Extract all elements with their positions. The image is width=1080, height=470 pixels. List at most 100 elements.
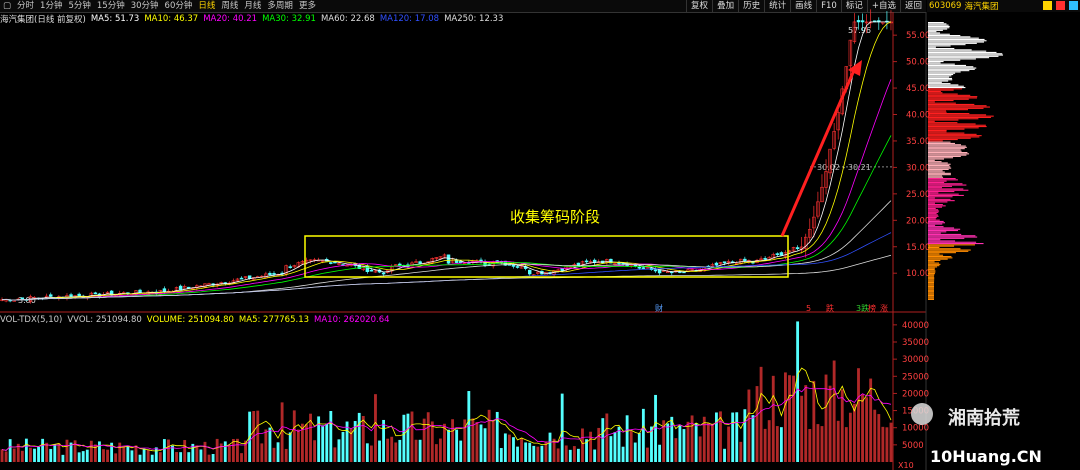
vol-tick-label-0: 40000 xyxy=(902,321,929,331)
chip-bar xyxy=(928,207,936,209)
chip-bar xyxy=(928,133,977,135)
volume-bar xyxy=(771,375,775,462)
volume-bar xyxy=(369,445,373,462)
event-marker-0: 财 xyxy=(655,303,663,313)
kline-chart[interactable]: 55.00 50.00 45.00 40.00 35.00 30.00 25.00 20.00… xyxy=(0,0,1080,470)
chip-bar xyxy=(928,187,943,189)
volume-bar xyxy=(24,438,28,462)
volume-bar xyxy=(836,420,840,462)
chip-bar xyxy=(928,289,935,291)
chip-bar xyxy=(928,51,997,53)
chip-bar xyxy=(928,72,956,74)
volume-bar xyxy=(12,448,16,462)
chip-bar xyxy=(928,282,935,284)
volume-bar xyxy=(678,425,682,462)
vol-tick-label-3: 25000 xyxy=(902,372,929,382)
chip-bar xyxy=(928,231,947,233)
volume-bar xyxy=(162,439,166,462)
candle-body xyxy=(454,259,459,263)
chip-bar xyxy=(928,218,936,220)
volume-bar xyxy=(447,429,450,462)
volume-bar xyxy=(491,420,495,462)
chip-bar xyxy=(928,149,961,151)
price-tick-label-3: 40.00 xyxy=(906,111,930,121)
volume-bar xyxy=(89,440,93,462)
volume-bar xyxy=(138,454,142,462)
volume-bar xyxy=(57,443,61,462)
volume-bar xyxy=(268,427,272,462)
chip-bar xyxy=(928,126,987,128)
chip-bar xyxy=(928,61,944,63)
chip-bar xyxy=(928,272,935,274)
volume-bar xyxy=(276,442,280,462)
chip-bar xyxy=(928,180,947,182)
chip-bar xyxy=(928,53,1003,55)
chip-bar xyxy=(928,54,1004,56)
volume-bar xyxy=(775,426,779,462)
volume-bar xyxy=(877,414,881,462)
chip-bar xyxy=(928,284,935,286)
volume-bar xyxy=(65,439,69,462)
volume-bar xyxy=(167,439,170,462)
price-tick-label-0: 55.00 xyxy=(906,31,930,41)
volume-bar xyxy=(763,428,767,462)
volume-bar xyxy=(179,452,183,462)
volume-bar xyxy=(881,426,885,462)
volume-bar xyxy=(581,428,584,462)
chip-bar xyxy=(928,80,949,82)
chip-bar xyxy=(928,141,951,143)
volume-bar xyxy=(118,442,122,462)
chip-bar xyxy=(928,111,947,113)
chip-bar xyxy=(928,162,948,164)
volume-bar xyxy=(430,421,434,462)
volume-bar xyxy=(410,411,414,462)
trend-arrow-shaft xyxy=(780,67,857,237)
volume-bar xyxy=(296,429,300,462)
volume-bar xyxy=(390,436,394,462)
volume-bar xyxy=(443,423,446,462)
vol-tick-label-4: 20000 xyxy=(902,389,929,399)
chip-bar xyxy=(928,256,952,258)
volume-bar xyxy=(844,427,848,462)
chip-bar xyxy=(928,246,940,248)
candle-body xyxy=(329,262,333,264)
chip-bar xyxy=(928,250,969,252)
volume-bar xyxy=(670,416,674,462)
volume-bar xyxy=(548,432,552,462)
chip-bar xyxy=(928,265,940,267)
chip-bar xyxy=(928,158,945,160)
volume-bar xyxy=(386,438,390,462)
chip-bar xyxy=(928,110,947,112)
watermark-title: 湘南拾荒 xyxy=(948,407,1020,429)
chip-bar xyxy=(928,179,958,181)
volume-bar xyxy=(0,449,4,462)
chip-bar xyxy=(928,44,966,46)
volume-bar xyxy=(175,452,178,462)
vol-tick-label-1: 35000 xyxy=(902,338,929,348)
candle-body xyxy=(333,261,337,264)
price-tick-label-6: 25.00 xyxy=(906,190,930,200)
chip-bar xyxy=(928,217,937,219)
price-tick-label-7: 20.00 xyxy=(906,216,930,226)
volume-bar xyxy=(154,447,158,462)
chip-bar xyxy=(928,146,967,148)
candle-body xyxy=(288,266,292,268)
volume-bar xyxy=(102,449,105,462)
chip-bar xyxy=(928,257,953,259)
chip-bar xyxy=(928,27,950,29)
chip-bar xyxy=(928,170,943,172)
chip-bar xyxy=(928,152,968,154)
chip-bar xyxy=(928,297,935,299)
chip-bar xyxy=(928,269,935,271)
chip-bar xyxy=(928,145,966,147)
chip-bar xyxy=(928,270,936,272)
volume-bar xyxy=(873,409,877,462)
volume-bar xyxy=(479,424,483,462)
volume-bar xyxy=(609,436,613,462)
volume-bar xyxy=(536,446,540,462)
volume-bar xyxy=(625,415,629,462)
volume-bar xyxy=(418,439,422,462)
chip-bar xyxy=(928,118,979,120)
chip-bar xyxy=(928,197,935,199)
chip-bar xyxy=(928,101,935,103)
